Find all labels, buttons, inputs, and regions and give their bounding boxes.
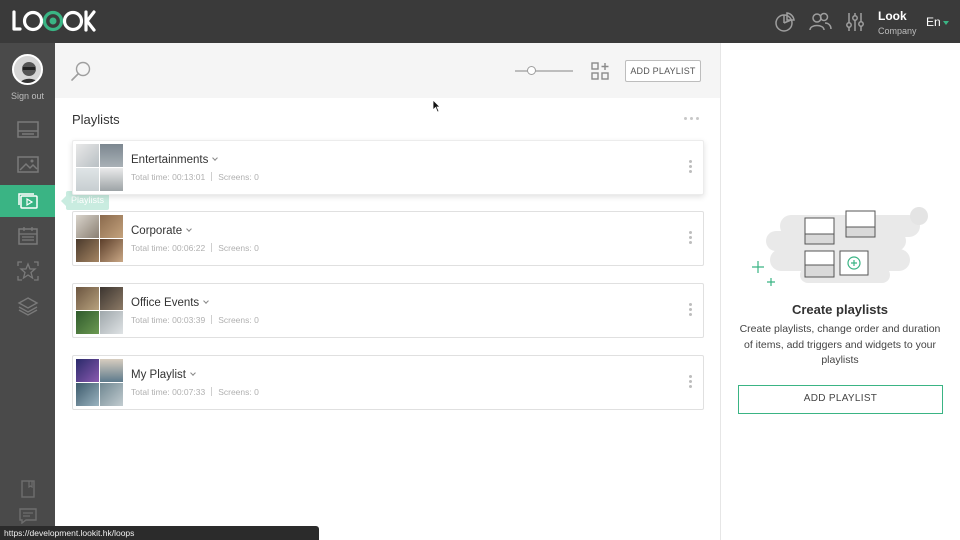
account-company: Company: [878, 26, 917, 36]
chevron-down-icon[interactable]: [186, 226, 192, 232]
sidebar-item-layers[interactable]: [0, 290, 55, 322]
account-menu[interactable]: Look Company: [878, 9, 917, 36]
playlist-menu-icon[interactable]: [689, 303, 692, 316]
top-bar: Look Company En: [0, 0, 960, 43]
playlist-thumbnails: [76, 287, 123, 334]
chevron-down-icon[interactable]: [212, 155, 219, 161]
chevron-down-icon[interactable]: [190, 370, 196, 376]
sidebar-item-screens[interactable]: [0, 114, 55, 146]
browser-status-bar: https://development.lookit.hk/loops: [0, 526, 319, 540]
avatar[interactable]: [12, 54, 43, 85]
account-name: Look: [878, 9, 907, 23]
language-selector[interactable]: En: [926, 15, 949, 29]
playlist-name[interactable]: Corporate: [131, 225, 192, 237]
add-playlist-primary-button[interactable]: ADD PLAYLIST: [738, 385, 943, 414]
sign-out-link[interactable]: Sign out: [0, 91, 55, 101]
analytics-icon[interactable]: [774, 11, 796, 33]
zoom-slider-track: [515, 70, 573, 72]
users-icon[interactable]: [808, 11, 833, 33]
playlist-meta: Total time: 00:03:39 Screens: 0: [131, 315, 259, 325]
playlist-thumbnails: [76, 215, 123, 262]
create-playlist-illustration-icon: [752, 207, 928, 286]
playlist-meta: Total time: 00:06:22 Screens: 0: [131, 243, 259, 253]
app-logo[interactable]: [12, 10, 96, 32]
playlist-menu-icon[interactable]: [689, 375, 692, 388]
layers-icon: [17, 297, 38, 316]
sidebar-item-schedule[interactable]: [0, 220, 55, 252]
playlist-thumbnails: [76, 144, 123, 191]
sidebar-item-widgets[interactable]: [0, 255, 55, 287]
right-panel: [720, 43, 960, 540]
chat-icon: [18, 508, 37, 524]
playlist-meta: Total time: 00:07:33 Screens: 0: [131, 387, 259, 397]
playlist-name[interactable]: Entertainments: [131, 154, 219, 166]
language-label: En: [926, 15, 941, 29]
playlist-thumbnails: [76, 359, 123, 406]
settings-sliders-icon[interactable]: [845, 11, 865, 33]
calendar-icon: [17, 227, 38, 245]
star-icon: [16, 261, 39, 281]
chevron-down-icon[interactable]: [203, 298, 210, 304]
avatar-image-icon: [14, 56, 41, 83]
playlist-card[interactable]: Corporate Total time: 00:06:22 Screens: 0: [72, 211, 704, 266]
empty-state-description: Create playlists, change order and durat…: [739, 323, 941, 366]
playlist-name[interactable]: My Playlist: [131, 369, 196, 381]
playlist-card[interactable]: Entertainments Total time: 00:13:01 Scree…: [72, 140, 704, 195]
mouse-cursor-icon: [432, 99, 441, 113]
book-icon: [20, 480, 35, 498]
caret-down-icon: [942, 20, 949, 25]
screen-icon: [16, 121, 39, 138]
sidebar-item-media[interactable]: [0, 149, 55, 181]
add-playlist-button[interactable]: ADD PLAYLIST: [625, 60, 701, 82]
playlist-name[interactable]: Office Events: [131, 297, 210, 309]
playlist-icon: [17, 193, 38, 209]
sidebar-item-playlists[interactable]: [0, 185, 55, 217]
zoom-slider-handle[interactable]: [527, 66, 536, 75]
image-icon: [16, 156, 39, 173]
left-sidebar: Sign out: [0, 43, 55, 540]
logo-icon: [12, 10, 96, 32]
page-title: Playlists: [72, 112, 120, 127]
toolbar: [55, 43, 720, 98]
playlist-card[interactable]: Office Events Total time: 00:03:39 Screen…: [72, 283, 704, 338]
grid-view-icon[interactable]: [591, 62, 609, 80]
search-icon[interactable]: [70, 60, 92, 82]
playlist-card[interactable]: My Playlist Total time: 00:07:33 Screens:…: [72, 355, 704, 410]
zoom-slider[interactable]: [515, 66, 573, 76]
more-options-icon[interactable]: [684, 117, 699, 120]
playlist-menu-icon[interactable]: [689, 231, 692, 244]
empty-state-title: Create playlists: [791, 302, 889, 317]
playlist-menu-icon[interactable]: [689, 160, 692, 173]
playlist-meta: Total time: 00:13:01 Screens: 0: [131, 172, 259, 182]
